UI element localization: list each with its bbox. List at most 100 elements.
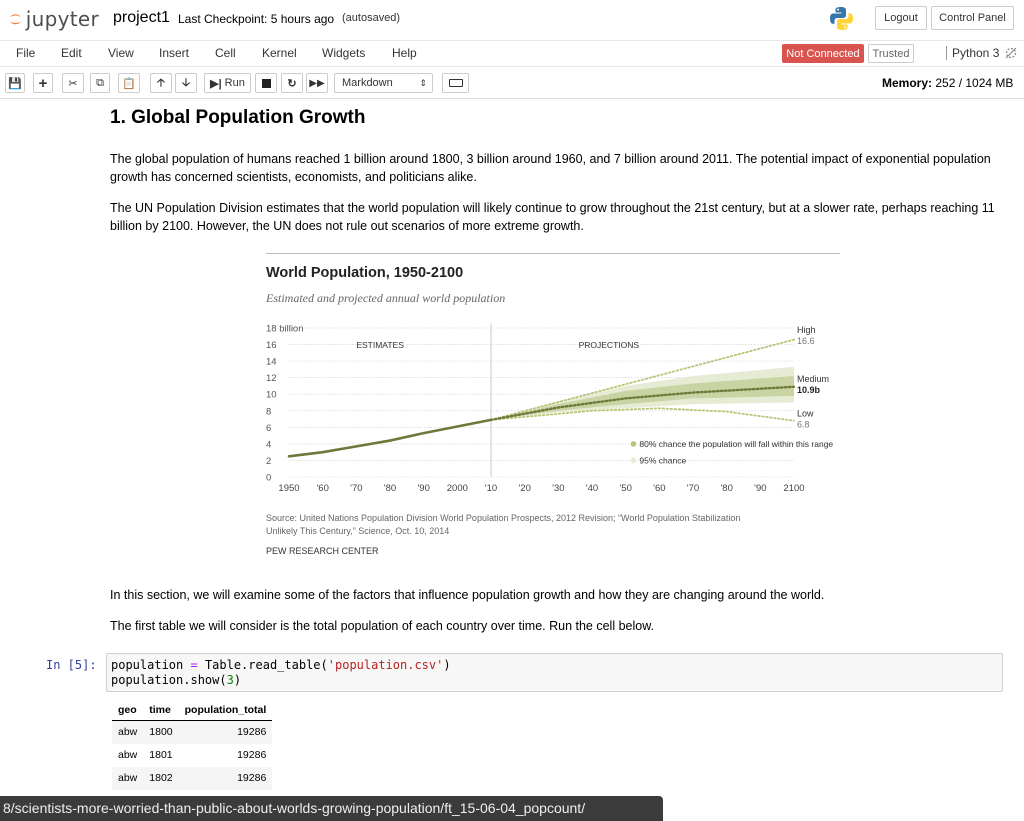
chart-subtitle: Estimated and projected annual world pop…: [265, 291, 505, 305]
copy-button[interactable]: ⧉: [90, 73, 110, 93]
control-panel-button[interactable]: Control Panel: [931, 6, 1014, 30]
menu-view[interactable]: View: [108, 46, 134, 60]
arrow-up-icon: 🡡: [157, 76, 165, 89]
menu-cell[interactable]: Cell: [215, 46, 236, 60]
y-tick-label: 18 billion: [266, 324, 304, 335]
scissors-icon: ✂: [68, 77, 78, 90]
copy-icon: ⧉: [96, 76, 104, 89]
markdown-paragraph-3: In this section, we will examine some of…: [110, 588, 825, 602]
table-header-time: time: [143, 700, 179, 721]
y-tick-label: 4: [266, 439, 271, 450]
notebook-area[interactable]: 1. Global Population Growth The global p…: [0, 99, 1024, 821]
low-value: 6.8: [797, 419, 810, 429]
kernel-disconnected-icon: [1005, 47, 1017, 59]
status-bar-url: 8/scientists-more-worried-than-public-ab…: [0, 796, 663, 821]
jupyter-logo-icon: [10, 14, 21, 25]
markdown-paragraph-1: The global population of humans reached …: [110, 152, 991, 184]
high-label: High: [797, 325, 816, 335]
menu-insert[interactable]: Insert: [159, 46, 189, 60]
logout-button[interactable]: Logout: [875, 6, 927, 30]
chart-source-line-2: Unlikely This Century,” Science, Oct. 10…: [266, 526, 449, 536]
kernel-name: Python 3: [946, 46, 999, 60]
jupyter-logo[interactable]: jupyter: [9, 6, 99, 32]
keyboard-icon: [448, 79, 463, 87]
output-table: geo time population_total abw 1800 19286 a…: [112, 700, 273, 790]
x-tick-label: '20: [518, 483, 530, 494]
table-header-geo: geo: [112, 700, 144, 721]
menu-help[interactable]: Help: [392, 46, 417, 60]
high-value: 16.6: [797, 336, 815, 346]
code-cell-input[interactable]: population = Table.read_table('populatio…: [106, 653, 1003, 692]
cell-type-select[interactable]: Markdown ⇕: [334, 73, 433, 93]
paste-button[interactable]: 📋: [118, 73, 140, 93]
header: jupyter project1 Last Checkpoint: 5 hour…: [0, 0, 1024, 41]
legend-label-95: 95% chance: [639, 455, 686, 465]
move-up-button[interactable]: 🡡: [150, 73, 172, 93]
y-tick-label: 12: [266, 373, 277, 384]
interrupt-button[interactable]: [255, 73, 277, 93]
stop-icon: [261, 78, 271, 88]
cut-button[interactable]: ✂: [62, 73, 84, 93]
fast-forward-icon: ▶▶: [309, 77, 325, 89]
move-down-button[interactable]: 🡣: [175, 73, 197, 93]
population-chart: World Population, 1950-2100 Estimated an…: [256, 253, 840, 565]
x-tick-label: '80: [384, 483, 396, 494]
memory-label: Memory:: [882, 76, 933, 90]
section-label-projections: PROJECTIONS: [579, 340, 640, 350]
y-tick-label: 16: [266, 340, 277, 351]
logo-text: jupyter: [25, 7, 99, 31]
command-palette-button[interactable]: [442, 73, 469, 93]
chart-source-line-1: Source: United Nations Population Divisi…: [266, 513, 740, 523]
restart-icon: ↻: [287, 77, 297, 90]
run-label: Run: [224, 77, 245, 89]
toolbar: 💾 + ✂ ⧉ 📋 🡡 🡣 ▶| Run ↻ ▶▶ Markdown ⇕ Memo…: [0, 67, 1024, 99]
not-connected-indicator[interactable]: Not Connected: [782, 44, 864, 63]
code-line-1: population = Table.read_table('populatio…: [111, 658, 451, 672]
x-tick-label: '90: [417, 483, 429, 494]
x-tick-label: '70: [350, 483, 362, 494]
python-logo-icon: [830, 7, 853, 30]
memory-value: 252 / 1024 MB: [935, 76, 1014, 90]
run-button[interactable]: ▶| Run: [204, 73, 251, 93]
code-line-2: population.show(3): [111, 673, 242, 687]
y-tick-label: 8: [266, 406, 271, 417]
plus-icon: +: [38, 74, 48, 92]
menu-widgets[interactable]: Widgets: [322, 46, 365, 60]
menu-file[interactable]: File: [16, 46, 35, 60]
medium-value: 10.9b: [797, 385, 821, 395]
y-tick-label: 6: [266, 423, 271, 434]
trusted-indicator[interactable]: Trusted: [868, 44, 914, 63]
menu-edit[interactable]: Edit: [61, 46, 82, 60]
notebook-name[interactable]: project1: [113, 9, 170, 27]
x-tick-label: '60: [653, 483, 665, 494]
paste-icon: 📋: [122, 77, 136, 90]
select-caret-icon: ⇕: [419, 78, 427, 88]
population-chart-svg: World Population, 1950-2100 Estimated an…: [265, 253, 840, 556]
x-tick-label: '40: [586, 483, 598, 494]
autosave-status: (autosaved): [342, 12, 401, 24]
x-tick-label: '30: [552, 483, 564, 494]
insert-cell-button[interactable]: +: [33, 73, 53, 93]
x-tick-label: '50: [619, 483, 631, 494]
cell-type-value: Markdown: [342, 77, 393, 89]
section-label-estimates: ESTIMATES: [356, 340, 404, 350]
restart-run-all-button[interactable]: ▶▶: [306, 73, 328, 93]
arrow-down-icon: 🡣: [182, 76, 190, 89]
low-label: Low: [797, 408, 814, 418]
menu-kernel[interactable]: Kernel: [262, 46, 297, 60]
x-tick-label: '70: [687, 483, 699, 494]
y-tick-label: 14: [266, 357, 277, 368]
y-tick-label: 2: [266, 456, 271, 467]
x-tick-label: '80: [720, 483, 732, 494]
markdown-paragraph-4: The first table we will consider is the …: [110, 619, 655, 633]
table-header-population-total: population_total: [178, 700, 273, 721]
estimates-line: [287, 418, 493, 458]
checkpoint-status: Last Checkpoint: 5 hours ago: [178, 12, 335, 26]
legend-swatch-95: [630, 457, 637, 464]
restart-button[interactable]: ↻: [281, 73, 303, 93]
table-row: abw 1801 19286: [118, 749, 267, 761]
save-button[interactable]: 💾: [5, 73, 25, 93]
x-tick-label: 1950: [278, 483, 299, 494]
x-tick-label: '60: [316, 483, 328, 494]
x-tick-label: 2000: [447, 483, 468, 494]
